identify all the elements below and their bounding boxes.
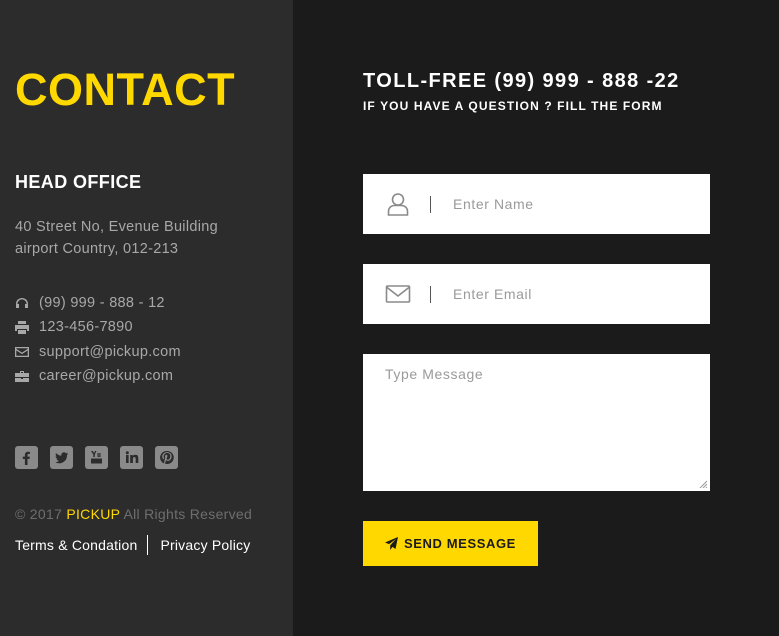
terms-link[interactable]: Terms & Condation [15,537,137,553]
briefcase-icon [15,369,39,383]
form-subtitle: IF YOU HAVE A QUESTION ? FILL THE FORM [363,99,663,113]
footer-links: Terms & Condation Privacy Policy [15,535,250,555]
address: 40 Street No, Evenue Building airport Co… [15,216,218,260]
footer-divider [147,535,149,555]
copyright-suffix: All Rights Reserved [123,506,253,522]
name-field[interactable] [363,174,710,234]
linkedin-icon[interactable] [120,446,143,469]
copyright-prefix: © 2017 [15,506,63,522]
brand-name: PICKUP [66,506,121,522]
social-links [15,446,178,469]
user-icon [363,174,430,234]
page-title: CONTACT [15,64,236,115]
career-email-item[interactable]: career@pickup.com [15,364,181,388]
phone-item: (99) 999 - 888 - 12 [15,291,181,315]
support-email-text[interactable]: support@pickup.com [39,344,181,360]
privacy-link[interactable]: Privacy Policy [160,537,250,553]
email-input[interactable] [453,286,683,302]
contact-form-panel: TOLL-FREE (99) 999 - 888 -22 IF YOU HAVE… [293,0,779,636]
pinterest-icon[interactable] [155,446,178,469]
twitter-icon[interactable] [50,446,73,469]
address-line-1: 40 Street No, Evenue Building [15,219,218,235]
support-email-item[interactable]: support@pickup.com [15,340,181,364]
facebook-icon[interactable] [15,446,38,469]
contact-sidebar: CONTACT HEAD OFFICE 40 Street No, Evenue… [0,0,293,636]
field-divider [430,285,431,303]
fax-text: 123-456-7890 [39,319,133,336]
contact-info-list: (99) 999 - 888 - 12 123-456-7890 support… [15,291,181,388]
fax-item: 123-456-7890 [15,315,181,339]
headphones-icon [15,296,39,310]
name-input[interactable] [453,196,683,212]
career-email-text[interactable]: career@pickup.com [39,368,173,384]
field-divider [430,195,431,213]
send-message-button[interactable]: SEND MESSAGE [363,521,538,566]
email-field[interactable] [363,264,710,324]
copyright: © 2017 PICKUP All Rights Reserved [15,506,252,522]
envelope-icon [15,345,39,359]
paper-plane-icon [385,537,399,550]
envelope-icon [363,264,430,324]
message-field[interactable] [363,354,710,491]
message-textarea[interactable] [363,354,710,491]
phone-text: (99) 999 - 888 - 12 [39,295,165,312]
resize-grip-icon[interactable] [699,480,707,488]
youtube-icon[interactable] [85,446,108,469]
address-line-2: airport Country, 012-213 [15,241,179,257]
head-office-heading: HEAD OFFICE [15,172,142,192]
tollfree-heading: TOLL-FREE (99) 999 - 888 -22 [363,70,680,92]
printer-icon [15,320,39,334]
send-message-label: SEND MESSAGE [404,536,516,551]
